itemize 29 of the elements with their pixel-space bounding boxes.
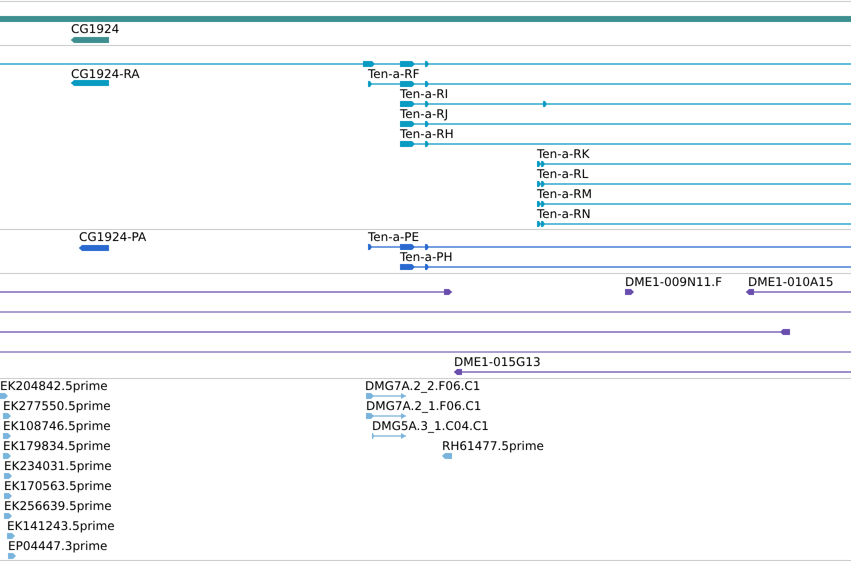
feature-label: EP04447.3prime bbox=[8, 539, 108, 553]
feature-label: Ten-a-RM bbox=[537, 187, 592, 201]
feature-label: Ten-a-RJ bbox=[400, 107, 448, 121]
feature-label: DMG7A.2_2.F06.C1 bbox=[365, 379, 480, 393]
feature-label: DME1-009N11.F bbox=[625, 275, 722, 289]
feature-label: Ten-a-RL bbox=[537, 167, 588, 181]
feature-label: EK141243.5prime bbox=[7, 519, 115, 533]
feature-label: DME1-010A15 bbox=[748, 275, 834, 289]
feature-label: Ten-a-PH bbox=[400, 250, 453, 264]
feature-label: Ten-a-RH bbox=[400, 127, 454, 141]
feature-label: EK277550.5prime bbox=[3, 399, 111, 413]
feature-label: DMG5A.3_1.C04.C1 bbox=[372, 419, 489, 433]
feature-label: DME1-015G13 bbox=[454, 355, 541, 369]
feature-label: Ten-a-RK bbox=[537, 147, 590, 161]
feature-label: EK234031.5prime bbox=[4, 459, 112, 473]
feature-label: Ten-a-PE bbox=[368, 230, 420, 244]
feature-label: Ten-a-RI bbox=[400, 87, 448, 101]
feature-label: RH61477.5prime bbox=[442, 439, 544, 453]
feature-label: CG1924 bbox=[71, 22, 120, 36]
feature-label: DMG7A.2_1.F06.C1 bbox=[366, 399, 482, 413]
feature-label: Ten-a-RN bbox=[537, 207, 591, 221]
feature-label: EK256639.5prime bbox=[4, 499, 112, 513]
feature-label: CG1924-PA bbox=[79, 230, 146, 244]
feature-label: EK108746.5prime bbox=[3, 419, 111, 433]
feature-label: EK204842.5prime bbox=[0, 379, 108, 393]
feature-label: Ten-a-RF bbox=[368, 67, 420, 81]
feature-label: EK170563.5prime bbox=[4, 479, 112, 493]
feature-label: CG1924-RA bbox=[71, 67, 140, 81]
feature-label: EK179834.5prime bbox=[3, 439, 111, 453]
